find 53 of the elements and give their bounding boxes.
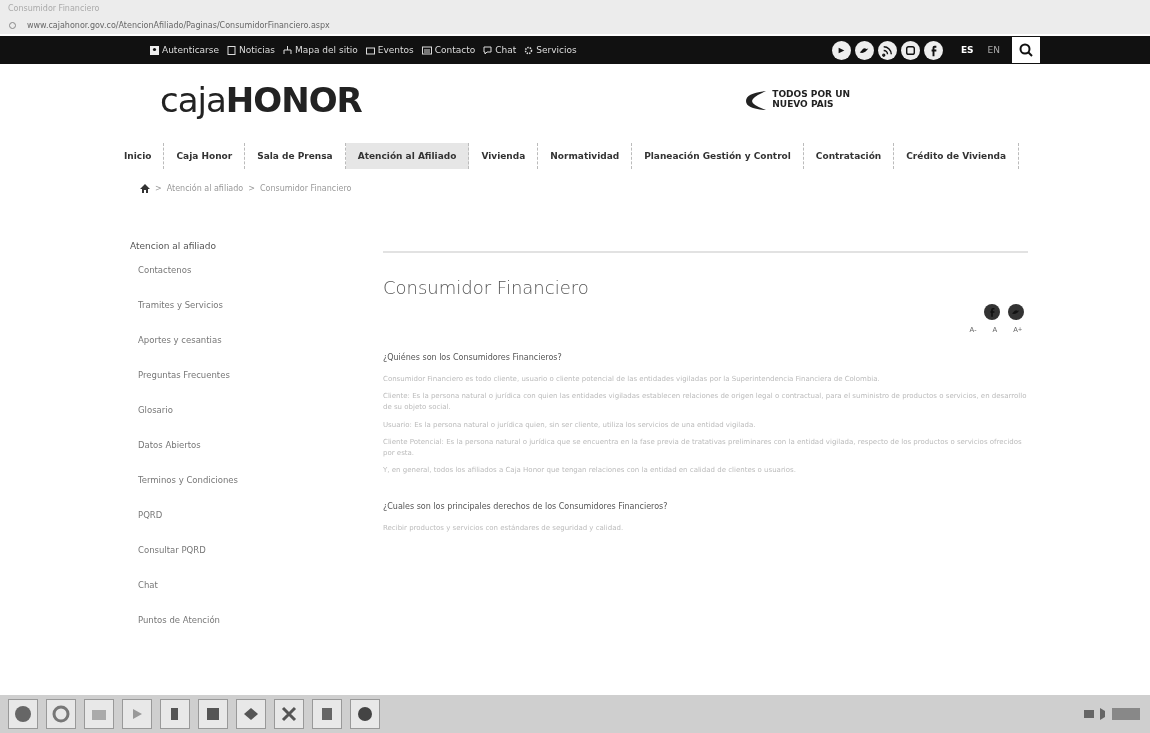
address-bar[interactable]: www.cajahonor.gov.co/AtencionAfiliado/Paginas/ConsumidorFinanciero.aspx: [27, 21, 1142, 30]
government-logo-text: TODOS POR UN NUEVO PAIS: [772, 90, 850, 110]
logo[interactable]: cajaHONOR: [160, 80, 362, 120]
sidebar-item[interactable]: Glosario: [130, 405, 355, 440]
nav-item[interactable]: Sala de Prensa: [245, 143, 346, 169]
document-icon: [227, 45, 237, 55]
page-title: Consumidor Financiero: [383, 277, 590, 298]
calendar-icon: [365, 45, 375, 55]
section-heading: ¿Cuales son los principales derechos de los Consumidores Financieros?: [383, 502, 669, 512]
sidebar-item[interactable]: Consultar PQRD: [130, 545, 355, 580]
language-link[interactable]: EN: [987, 45, 1000, 55]
section-heading: ¿Quiénes son los Consumidores Financieros?: [383, 353, 563, 362]
breadcrumb-separator: >: [155, 184, 162, 193]
sidebar-item[interactable]: Aportes y cesantias: [130, 335, 355, 370]
sidebar-title: Atencion al afiliado: [130, 241, 218, 251]
nav-item[interactable]: Inicio: [112, 143, 165, 169]
facebook-icon[interactable]: [984, 304, 1000, 320]
nav-item[interactable]: Contratación: [803, 143, 895, 169]
top-link[interactable]: Eventos: [365, 45, 414, 55]
sidebar-item[interactable]: Puntos de Atención: [130, 615, 355, 650]
top-link[interactable]: Servicios: [524, 45, 577, 55]
nav-item[interactable]: Planeación Gestión y Control: [632, 143, 804, 169]
user-icon: [150, 45, 159, 55]
nav-item[interactable]: Normatividad: [538, 143, 633, 169]
nav-item[interactable]: Vivienda: [469, 143, 539, 169]
sitemap-icon: [283, 45, 292, 55]
sidebar-item[interactable]: PQRD: [130, 510, 355, 545]
search-icon: [1019, 43, 1033, 57]
top-link[interactable]: Contacto: [421, 45, 476, 55]
breadcrumb-separator: >: [248, 184, 255, 193]
sidebar-item[interactable]: Tramites y Servicios: [130, 300, 355, 335]
chat-icon: [483, 45, 493, 55]
home-icon[interactable]: [140, 184, 150, 193]
sidebar-item[interactable]: Terminos y Condiciones: [130, 475, 355, 510]
language-link[interactable]: ES: [960, 45, 974, 55]
top-link[interactable]: Noticias: [227, 45, 275, 55]
facebook-icon[interactable]: [923, 40, 943, 60]
rss-icon[interactable]: [877, 40, 897, 60]
top-link[interactable]: Mapa del sitio: [283, 45, 358, 55]
top-link[interactable]: Autenticarse: [150, 45, 220, 55]
sidebar-item[interactable]: Datos Abiertos: [130, 440, 355, 475]
youtube-icon[interactable]: [831, 40, 851, 60]
top-link[interactable]: Chat: [483, 45, 517, 55]
sidebar-item[interactable]: Chat: [130, 580, 355, 615]
search-button[interactable]: [1012, 37, 1040, 63]
nav-item[interactable]: Atención al Afiliado: [345, 143, 470, 169]
sidebar-item[interactable]: Contactenos: [130, 265, 355, 300]
instagram-icon[interactable]: [900, 40, 920, 60]
nav-item[interactable]: Crédito de Vivienda: [894, 143, 1020, 169]
settings-icon: [524, 45, 534, 55]
nav-item[interactable]: Caja Honor: [164, 143, 246, 169]
contact-card-icon: [421, 45, 432, 55]
sidebar-item[interactable]: Preguntas Frecuentes: [130, 370, 355, 405]
